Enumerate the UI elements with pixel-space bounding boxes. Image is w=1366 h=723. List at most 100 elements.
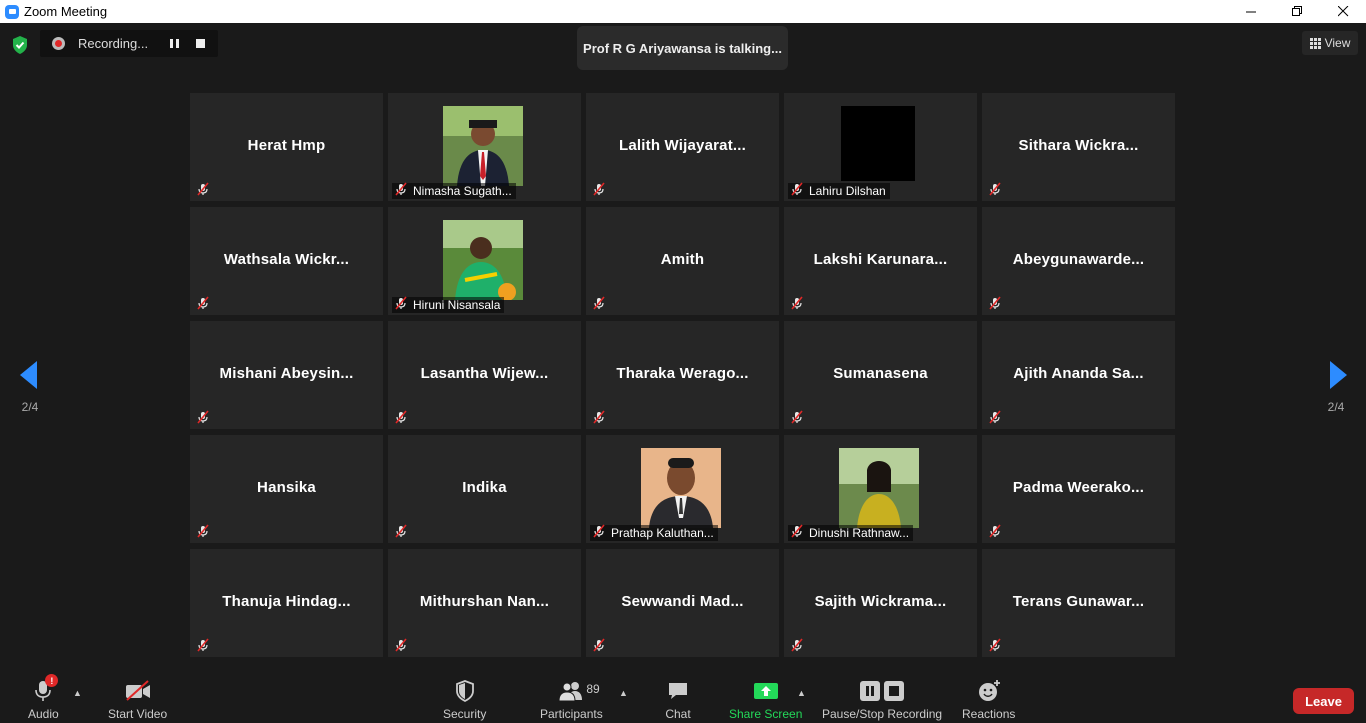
audio-warning-badge: ! (45, 674, 59, 687)
reactions-emoji-icon (974, 678, 1004, 704)
participant-footer (590, 637, 610, 655)
participant-name: Hansika (257, 479, 316, 496)
muted-mic-icon (394, 295, 408, 315)
share-screen-button[interactable]: Share Screen (729, 678, 802, 721)
muted-mic-icon (592, 523, 606, 543)
previous-page-icon[interactable] (20, 361, 37, 389)
participant-tile[interactable]: Terans Gunawar... (982, 549, 1175, 657)
security-shield-icon (450, 678, 480, 704)
muted-mic-icon (394, 637, 408, 657)
participants-options-caret-icon[interactable]: ▲ (619, 688, 629, 698)
restore-button[interactable] (1274, 0, 1320, 23)
start-video-button[interactable]: Start Video (108, 678, 167, 721)
participant-footer (788, 295, 808, 315)
participant-footer (392, 523, 412, 541)
participant-tile[interactable]: Hiruni Nisansala (388, 207, 581, 315)
meeting-toolbar: ! Audio ▲ Start Video Security 89 Partic… (0, 672, 1366, 723)
participant-tile[interactable]: Sewwandi Mad... (586, 549, 779, 657)
participant-footer: Nimasha Sugath... (392, 181, 516, 201)
minimize-button[interactable] (1228, 0, 1274, 23)
pause-recording-icon[interactable] (170, 38, 182, 50)
participant-name: Terans Gunawar... (1012, 593, 1145, 610)
participant-tile[interactable]: Lakshi Karunara... (784, 207, 977, 315)
muted-mic-icon (790, 409, 804, 429)
participant-footer (194, 181, 214, 201)
encryption-shield-icon[interactable] (10, 35, 30, 55)
participant-name: Herat Hmp (247, 137, 326, 154)
participant-tile[interactable]: Ajith Ananda Sa... (982, 321, 1175, 429)
muted-mic-icon (196, 637, 210, 657)
participant-footer (590, 409, 610, 429)
pause-stop-recording-button[interactable]: Pause/Stop Recording (822, 678, 942, 721)
muted-mic-icon (592, 409, 606, 429)
participant-footer (392, 409, 412, 427)
participant-name: Lalith Wijayarat... (618, 137, 747, 154)
participant-footer (194, 637, 214, 657)
participant-tile[interactable]: Tharaka Werago... (586, 321, 779, 429)
microphone-icon: ! (28, 674, 59, 704)
muted-mic-icon (790, 295, 804, 315)
participant-tile[interactable]: Sumanasena (784, 321, 977, 429)
leave-button[interactable]: Leave (1293, 688, 1354, 714)
participant-tile[interactable]: Indika (388, 435, 581, 543)
muted-mic-icon (592, 295, 606, 315)
participant-video (443, 106, 523, 186)
participant-name: Lakshi Karunara... (813, 251, 948, 268)
share-options-caret-icon[interactable]: ▲ (797, 688, 807, 698)
participant-video (839, 106, 919, 186)
participant-name: Wathsala Wickr... (223, 251, 350, 268)
reactions-label: Reactions (962, 707, 1016, 721)
participant-footer (986, 637, 1006, 657)
participant-footer (986, 523, 1006, 543)
window-title: Zoom Meeting (24, 4, 108, 19)
muted-mic-icon (988, 295, 1002, 315)
participant-footer: Lahiru Dilshan (788, 181, 890, 199)
participant-tile[interactable]: Dinushi Rathnaw... (784, 435, 977, 543)
security-button[interactable]: Security (443, 678, 486, 721)
participant-tile[interactable]: Hansika (190, 435, 383, 543)
participant-tile[interactable]: Mishani Abeysin... (190, 321, 383, 429)
participants-button[interactable]: 89 Participants (540, 678, 603, 721)
participant-tile[interactable]: Abeygunawarde... (982, 207, 1175, 315)
chat-button[interactable]: Chat (663, 678, 693, 721)
participant-tile[interactable]: Sithara Wickra... (982, 93, 1175, 201)
muted-mic-icon (988, 637, 1002, 657)
view-button[interactable]: View (1302, 31, 1358, 55)
close-button[interactable] (1320, 0, 1366, 23)
participant-tile[interactable]: Mithurshan Nan... (388, 549, 581, 657)
audio-button[interactable]: ! Audio (28, 674, 59, 721)
next-page-icon[interactable] (1330, 361, 1347, 389)
muted-mic-icon (592, 181, 606, 201)
participant-name: Mithurshan Nan... (419, 593, 550, 610)
muted-mic-icon (988, 523, 1002, 543)
reactions-button[interactable]: Reactions (962, 678, 1015, 721)
audio-options-caret-icon[interactable]: ▲ (73, 688, 83, 698)
page-indicator-right: 2/4 (1327, 400, 1345, 414)
participants-count: 89 (586, 682, 600, 696)
participant-tile[interactable]: Herat Hmp (190, 93, 383, 201)
participant-name: Tharaka Werago... (616, 365, 749, 382)
muted-mic-icon (196, 181, 210, 201)
participant-footer (788, 637, 808, 655)
participant-tile[interactable]: Sajith Wickrama... (784, 549, 977, 657)
participant-tile[interactable]: Thanuja Hindag... (190, 549, 383, 657)
stop-recording-icon[interactable] (196, 39, 205, 48)
title-bar: Zoom Meeting (0, 0, 1366, 23)
participant-tile[interactable]: Wathsala Wickr... (190, 207, 383, 315)
participant-tile[interactable]: Padma Weerako... (982, 435, 1175, 543)
recording-indicator: Recording... (40, 30, 218, 57)
participant-name: Sumanasena (833, 365, 928, 382)
participant-tile[interactable]: Nimasha Sugath... (388, 93, 581, 201)
participant-tile[interactable]: Lahiru Dilshan (784, 93, 977, 201)
participant-footer: Prathap Kaluthan... (590, 523, 718, 543)
participant-tile[interactable]: Lalith Wijayarat... (586, 93, 779, 201)
participant-label: Hiruni Nisansala (413, 298, 501, 312)
active-speaker-banner: Prof R G Ariyawansa is talking... (577, 26, 788, 70)
participant-footer (590, 295, 610, 315)
participant-tile[interactable]: Prathap Kaluthan... (586, 435, 779, 543)
muted-mic-icon (394, 181, 408, 201)
participant-tile[interactable]: Amith (586, 207, 779, 315)
participant-footer (590, 181, 610, 201)
window-controls (1228, 0, 1366, 23)
participant-tile[interactable]: Lasantha Wijew... (388, 321, 581, 429)
